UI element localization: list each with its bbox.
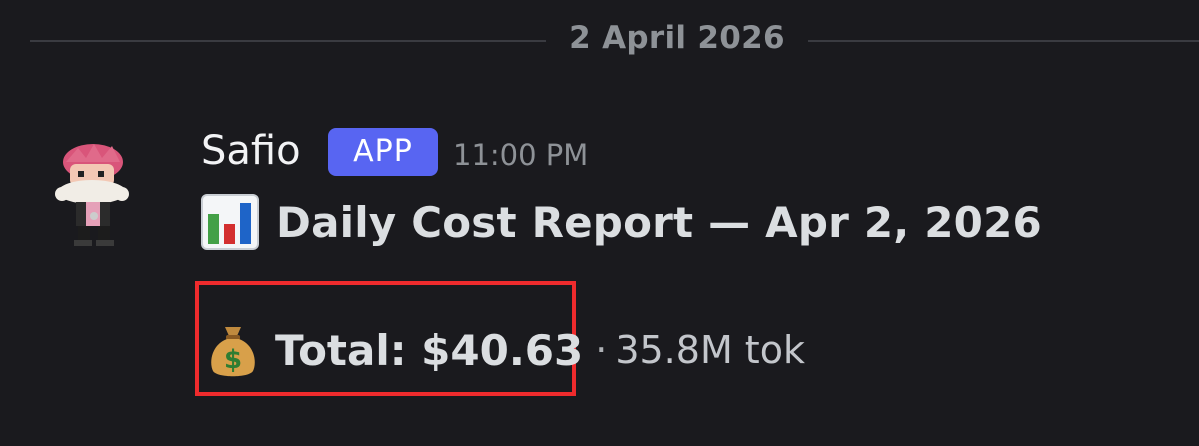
svg-text:$: $ — [224, 345, 242, 375]
report-title-text: Daily Cost Report — Apr 2, 2026 — [276, 197, 1042, 247]
author-name[interactable]: Safio — [201, 128, 301, 174]
avatar[interactable] — [48, 140, 148, 250]
total-row: $ Total: $40.63 · 35.8M tok — [207, 318, 805, 382]
divider-line-right — [808, 40, 1199, 42]
divider-line-left — [30, 40, 546, 42]
money-bag-icon: $ — [211, 327, 255, 377]
date-divider-label: 2 April 2026 — [569, 20, 785, 56]
bar-chart-icon — [201, 194, 259, 250]
token-count: 35.8M tok — [615, 328, 805, 372]
report-title: Daily Cost Report — Apr 2, 2026 — [201, 192, 1042, 252]
message-timestamp[interactable]: 11:00 PM — [453, 138, 588, 172]
app-badge: APP — [328, 128, 438, 176]
total-cost: Total: $40.63 — [275, 325, 584, 375]
separator-dot: · — [595, 328, 608, 372]
